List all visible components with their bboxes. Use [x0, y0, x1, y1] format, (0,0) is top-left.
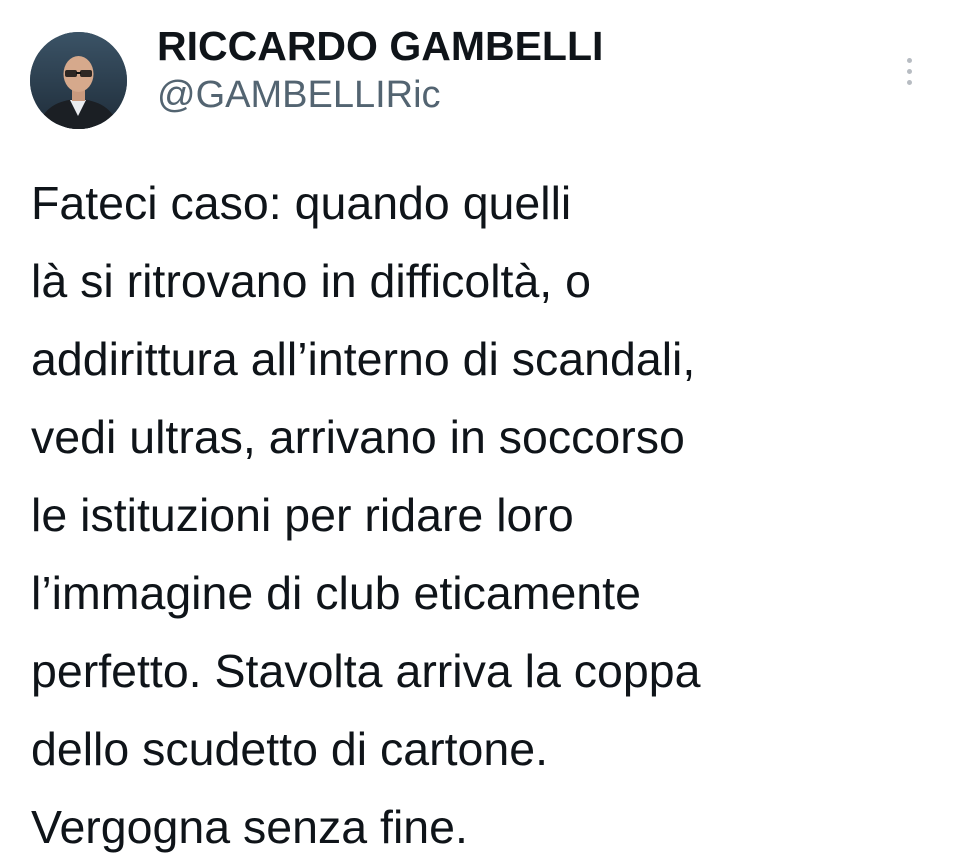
more-vertical-icon-dot	[907, 80, 912, 85]
tweet-text-line: Fateci caso: quando quelli	[31, 177, 572, 229]
more-vertical-icon-dot	[907, 69, 912, 74]
avatar[interactable]	[30, 32, 127, 129]
profile-photo-icon	[30, 32, 127, 129]
tweet-text-line: Vergogna senza fine.	[31, 801, 468, 853]
author-display-name[interactable]: RICCARDO GAMBELLI	[157, 22, 603, 70]
tweet-text-line: vedi ultras, arrivano in soccorso	[31, 411, 685, 463]
tweet-text-line: dello scudetto di cartone.	[31, 723, 548, 775]
author-handle[interactable]: @GAMBELLIRic	[157, 72, 603, 118]
tweet-text: Fateci caso: quando quelli là si ritrova…	[31, 164, 931, 866]
tweet-header: RICCARDO GAMBELLI @GAMBELLIRic	[157, 22, 603, 118]
tweet-text-line: là si ritrovano in difficoltà, o	[31, 255, 591, 307]
more-vertical-icon-dot	[907, 58, 912, 63]
tweet-text-line: le istituzioni per ridare loro	[31, 489, 574, 541]
tweet-card[interactable]: RICCARDO GAMBELLI @GAMBELLIRic Fateci ca…	[0, 0, 960, 855]
tweet-text-line: l’immagine di club eticamente	[31, 567, 641, 619]
more-options-button[interactable]	[896, 52, 924, 92]
tweet-text-line: perfetto. Stavolta arriva la coppa	[31, 645, 701, 697]
tweet-text-line: addirittura all’interno di scandali,	[31, 333, 696, 385]
